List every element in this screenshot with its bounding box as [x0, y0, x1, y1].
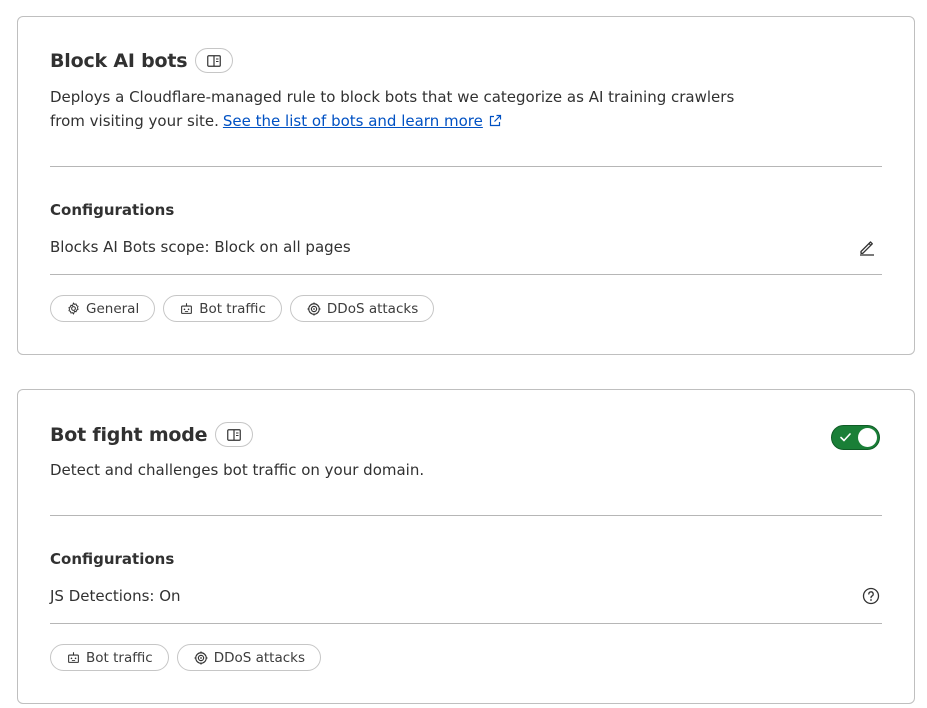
- robot-icon: [68, 652, 79, 663]
- question-circle-icon: [862, 587, 880, 605]
- pencil-icon: [860, 241, 874, 256]
- tag-label: General: [86, 300, 140, 317]
- configurations-heading: Configurations: [50, 550, 175, 568]
- description-line-2-text: from visiting your site.: [50, 112, 219, 130]
- block-ai-bots-description: Deploys a Cloudflare-managed rule to blo…: [50, 85, 850, 133]
- tag-label: DDoS attacks: [326, 300, 419, 317]
- divider: [50, 623, 882, 624]
- config-row: Blocks AI Bots scope: Block on all pages: [50, 238, 882, 256]
- config-row: JS Detections: On: [50, 587, 882, 605]
- bot-fight-mode-title: Bot fight mode: [50, 423, 208, 446]
- crosshair-icon: [194, 650, 208, 665]
- tag-ddos-attacks[interactable]: DDoS attacks: [289, 295, 435, 322]
- tag-label: Bot traffic: [86, 649, 153, 666]
- gear-icon: [68, 302, 79, 315]
- bot-fight-mode-docs-button[interactable]: [215, 422, 254, 447]
- js-detections-help-button[interactable]: [862, 587, 880, 605]
- check-icon: [840, 433, 851, 442]
- book-open-icon: [227, 428, 242, 441]
- external-link-icon: [489, 114, 501, 127]
- block-ai-bots-docs-button[interactable]: [195, 48, 234, 73]
- description-line-2: from visiting your site. See the list of …: [50, 109, 850, 133]
- ai-bots-scope-value: Blocks AI Bots scope: Block on all pages: [50, 238, 351, 256]
- bot-fight-mode-card: Bot fight mode Detect and challenges bot…: [17, 389, 915, 704]
- configurations-heading: Configurations: [50, 201, 175, 219]
- tag-bot-traffic[interactable]: Bot traffic: [163, 295, 282, 322]
- tag-ddos-attacks[interactable]: DDoS attacks: [176, 644, 322, 671]
- crosshair-icon: [307, 301, 321, 316]
- bot-fight-mode-description: Detect and challenges bot traffic on you…: [50, 461, 425, 479]
- bot-fight-mode-tags: Bot traffic DDoS attacks: [50, 644, 322, 671]
- divider: [50, 274, 882, 275]
- toggle-knob: [858, 428, 877, 447]
- description-line-1: Deploys a Cloudflare-managed rule to blo…: [50, 88, 735, 106]
- block-ai-bots-title-row: Block AI bots: [50, 48, 234, 73]
- bot-fight-mode-title-row: Bot fight mode: [50, 422, 254, 447]
- js-detections-value: JS Detections: On: [50, 587, 181, 605]
- divider: [50, 166, 882, 167]
- block-ai-bots-tags: General Bot traffic DDoS attacks: [50, 295, 435, 322]
- block-ai-bots-title: Block AI bots: [50, 49, 188, 72]
- bot-fight-mode-toggle[interactable]: [831, 425, 880, 450]
- tag-label: DDoS attacks: [213, 649, 306, 666]
- block-ai-bots-card: Block AI bots Deploys a Cloudflare-manag…: [17, 16, 915, 355]
- tag-label: Bot traffic: [199, 300, 266, 317]
- tag-general[interactable]: General: [50, 295, 156, 322]
- edit-scope-button[interactable]: [858, 238, 876, 256]
- book-open-icon: [207, 54, 222, 67]
- tag-bot-traffic[interactable]: Bot traffic: [50, 644, 169, 671]
- learn-more-link[interactable]: See the list of bots and learn more: [223, 112, 483, 130]
- divider: [50, 515, 882, 516]
- robot-icon: [181, 303, 193, 314]
